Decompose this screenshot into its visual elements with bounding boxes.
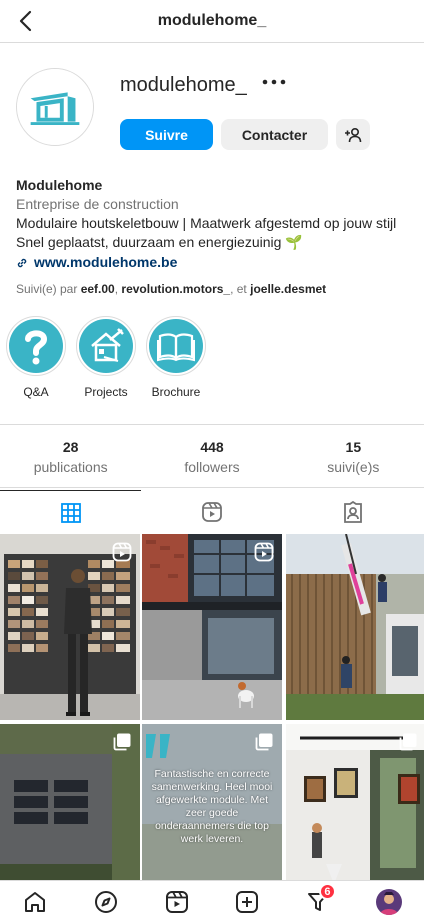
add-user-icon xyxy=(345,127,362,142)
link-icon xyxy=(17,258,27,267)
book-icon xyxy=(157,333,195,362)
stat-label: followers xyxy=(184,459,240,475)
profile-header: modulehome_ Suivre Contacter xyxy=(0,60,424,160)
followed-by-sep: , et xyxy=(230,282,247,296)
nav-explore[interactable] xyxy=(86,882,126,922)
bio-line: Snel geplaatst, duurzaam en energiezuini… xyxy=(16,234,303,250)
stat-publications[interactable]: 28 publications xyxy=(0,425,141,487)
nav-home[interactable] xyxy=(15,882,55,922)
reel-badge-icon xyxy=(112,542,132,562)
carousel-badge-icon xyxy=(255,733,273,751)
profile-avatar-small xyxy=(375,889,402,915)
carousel-badge-icon xyxy=(399,733,417,751)
website-link[interactable]: www.modulehome.be xyxy=(16,253,408,272)
stat-label: suivi(e)s xyxy=(327,459,380,475)
bio-category: Entreprise de construction xyxy=(16,196,179,212)
bio-name: Modulehome xyxy=(16,177,103,193)
reels-icon xyxy=(202,502,222,522)
story-highlights: Q&A Projects Brochure xyxy=(0,316,424,406)
suggested-users-button[interactable] xyxy=(336,119,370,150)
reels-icon xyxy=(165,891,188,913)
house-tools-icon xyxy=(91,328,124,362)
post-thumbnail[interactable] xyxy=(142,534,282,720)
highlight-label: Q&A xyxy=(23,385,49,399)
reel-badge-icon xyxy=(254,542,274,562)
post-thumbnail[interactable] xyxy=(286,534,424,720)
stat-following[interactable]: 15 suivi(e)s xyxy=(283,425,424,487)
grid-icon xyxy=(60,502,81,523)
content-tabs xyxy=(0,490,424,534)
stat-label: publications xyxy=(33,459,108,475)
carousel-badge-icon xyxy=(113,733,131,751)
compass-icon xyxy=(94,891,117,913)
post-image xyxy=(286,534,424,720)
highlight-qa[interactable]: Q&A xyxy=(4,316,68,399)
tagged-icon xyxy=(344,501,363,523)
post-quote: Fantastische en correcte samenwerking. H… xyxy=(151,768,273,845)
tab-reels[interactable] xyxy=(141,490,282,534)
contact-button[interactable]: Contacter xyxy=(221,119,328,150)
website-text: www.modulehome.be xyxy=(34,254,178,270)
stat-value: 448 xyxy=(200,439,224,455)
notification-badge: 6 xyxy=(318,883,336,900)
profile-avatar[interactable] xyxy=(16,68,94,146)
stat-followers[interactable]: 448 followers xyxy=(141,425,282,487)
nav-reels[interactable] xyxy=(157,882,197,922)
page-title: modulehome_ xyxy=(157,12,267,29)
home-icon xyxy=(25,892,46,912)
nav-create[interactable] xyxy=(227,882,267,922)
nav-activity[interactable]: 6 xyxy=(298,882,338,922)
followed-by-prefix: Suivi(e) par xyxy=(16,282,78,296)
stat-value: 15 xyxy=(345,439,362,455)
nav-profile[interactable] xyxy=(369,882,409,922)
highlight-projects[interactable]: Projects xyxy=(74,316,138,399)
follower-name: revolution.motors_ xyxy=(121,282,231,296)
post-thumbnail[interactable] xyxy=(0,534,140,720)
profile-username: modulehome_ xyxy=(120,74,247,96)
tab-posts[interactable] xyxy=(0,490,142,534)
profile-bio: Modulehome Entreprise de construction Mo… xyxy=(16,176,408,272)
bio-line: Modulaire houtskeletbouw | Maatwerk afge… xyxy=(16,215,397,231)
question-icon xyxy=(25,330,48,365)
follower-name: joelle.desmet xyxy=(250,282,327,296)
highlight-label: Projects xyxy=(84,385,128,399)
highlight-label: Brochure xyxy=(151,385,201,399)
follow-button[interactable]: Suivre xyxy=(120,119,213,150)
follower-name: eef.00 xyxy=(80,282,115,296)
plus-square-icon xyxy=(236,891,259,913)
highlight-brochure[interactable]: Brochure xyxy=(144,316,208,399)
back-arrow-icon[interactable] xyxy=(14,9,38,33)
followed-by[interactable]: Suivi(e) par eef.00, revolution.motors_,… xyxy=(16,282,326,296)
bottom-navigation: 6 xyxy=(0,880,424,923)
stat-value: 28 xyxy=(62,439,79,455)
profile-stats: 28 publications 448 followers 15 suivi(e… xyxy=(0,424,424,488)
more-options-icon[interactable] xyxy=(260,70,288,94)
modulehome-logo-icon xyxy=(17,69,93,145)
tab-tagged[interactable] xyxy=(283,490,424,534)
top-bar: modulehome_ xyxy=(0,0,424,43)
